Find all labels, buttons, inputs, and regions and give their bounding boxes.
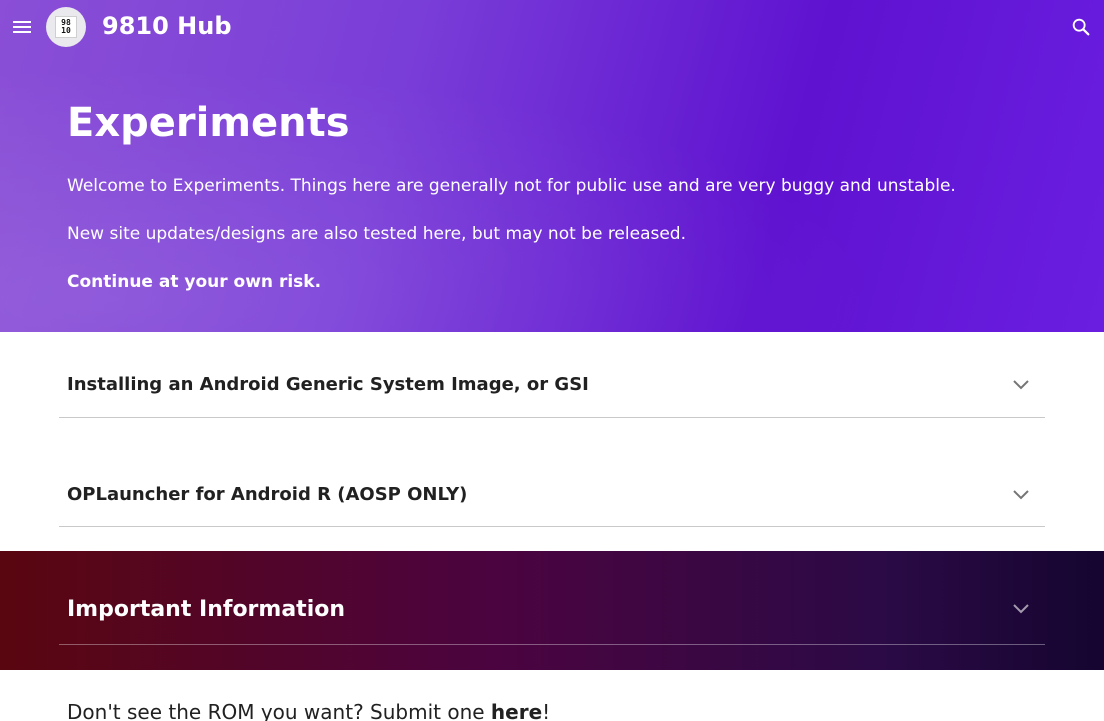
- chevron-down-icon[interactable]: [1012, 489, 1030, 501]
- logo-text-bottom: 10: [61, 26, 71, 35]
- chevron-down-icon[interactable]: [1012, 379, 1030, 391]
- hero-warning: Continue at your own risk.: [67, 272, 322, 292]
- hero-banner: 98 10 9810 Hub Experiments Welcome to Ex…: [0, 0, 1104, 332]
- site-logo[interactable]: 98 10: [46, 7, 86, 47]
- hero-paragraph-2: New site updates/designs are also tested…: [67, 224, 687, 244]
- important-information-title[interactable]: Important Information: [67, 597, 345, 622]
- important-information-section: Important Information: [0, 551, 1104, 670]
- submit-rom-prompt: Don't see the ROM you want? Submit one h…: [67, 700, 550, 721]
- important-information-divider: [59, 644, 1045, 645]
- accordion-gsi-title[interactable]: Installing an Android Generic System Ima…: [67, 374, 589, 395]
- accordion-divider: [59, 526, 1045, 527]
- hamburger-menu-icon[interactable]: [10, 15, 34, 39]
- search-icon[interactable]: [1070, 16, 1092, 38]
- submit-rom-text: Don't see the ROM you want? Submit one: [67, 700, 491, 721]
- logo-mark: 98 10: [55, 16, 77, 38]
- chevron-down-icon[interactable]: [1012, 603, 1030, 615]
- accordion-divider: [59, 417, 1045, 418]
- top-app-bar: 98 10 9810 Hub: [0, 0, 1104, 56]
- page-title: Experiments: [67, 100, 350, 146]
- submit-rom-text-end: !: [542, 700, 551, 721]
- submit-rom-link[interactable]: here: [491, 700, 542, 721]
- hero-content: Experiments Welcome to Experiments. Thin…: [67, 96, 1047, 294]
- hero-paragraph-1: Welcome to Experiments. Things here are …: [67, 176, 956, 196]
- accordion-oplauncher-title[interactable]: OPLauncher for Android R (AOSP ONLY): [67, 484, 467, 505]
- site-title[interactable]: 9810 Hub: [102, 12, 232, 40]
